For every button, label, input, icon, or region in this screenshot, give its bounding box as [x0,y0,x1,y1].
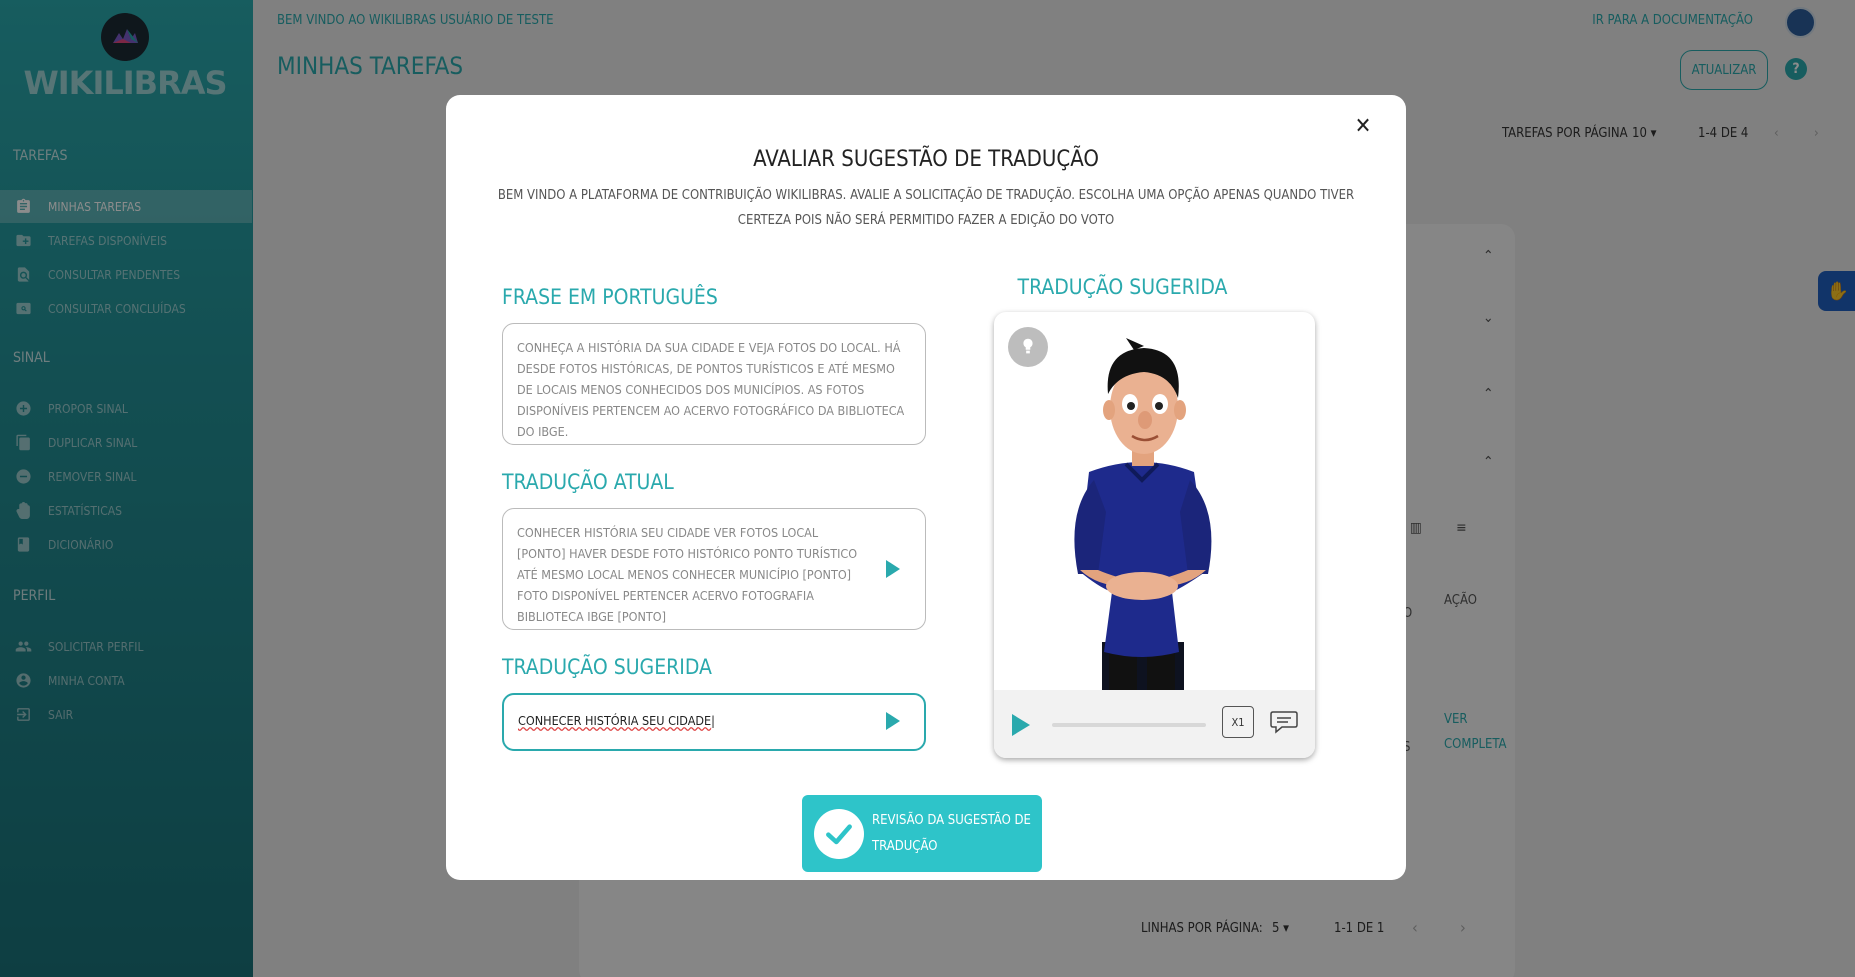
player-title: TRADUÇÃO SUGERIDA [1017,275,1228,299]
close-icon[interactable]: ✕ [1346,109,1380,143]
current-translation-box: CONHECER HISTÓRIA SEU CIDADE VER FOTOS L… [502,508,926,630]
player-controls: X1 [994,690,1315,758]
avatar-player: X1 [994,312,1315,758]
check-icon [814,808,864,859]
current-translation-text: CONHECER HISTÓRIA SEU CIDADE VER FOTOS L… [517,525,858,624]
play-icon[interactable] [1012,714,1030,736]
suggested-translation-input[interactable]: CONHECER HISTÓRIA SEU CIDADE| [502,693,926,751]
modal-title: AVALIAR SUGESTÃO DE TRADUÇÃO [753,147,1099,172]
play-suggested-translation-icon[interactable] [886,712,900,730]
translation-review-modal: ✕ AVALIAR SUGESTÃO DE TRADUÇÃO BEM VINDO… [446,95,1406,880]
subtitles-icon[interactable] [1270,708,1298,734]
suggested-translation-value: CONHECER HISTÓRIA SEU CIDADE [518,713,712,728]
portuguese-sentence-text: CONHEÇA A HISTÓRIA DA SUA CIDADE E VEJA … [517,340,905,439]
portuguese-sentence-box: CONHEÇA A HISTÓRIA DA SUA CIDADE E VEJA … [502,323,926,445]
modal-subtitle: BEM VINDO A PLATAFORMA DE CONTRIBUIÇÃO W… [497,188,1355,228]
review-suggestion-label: REVISÃO DA SUGESTÃO DE TRADUÇÃO [872,812,1031,854]
progress-slider[interactable] [1052,723,1206,727]
suggested-translation-label: TRADUÇÃO SUGERIDA [502,655,712,679]
portuguese-sentence-label: FRASE EM PORTUGUÊS [502,285,718,309]
speed-button[interactable]: X1 [1222,706,1254,738]
current-translation-label: TRADUÇÃO ATUAL [502,470,674,494]
review-suggestion-button[interactable]: REVISÃO DA SUGESTÃO DE TRADUÇÃO [802,795,1042,872]
play-current-translation-icon[interactable] [886,560,900,578]
